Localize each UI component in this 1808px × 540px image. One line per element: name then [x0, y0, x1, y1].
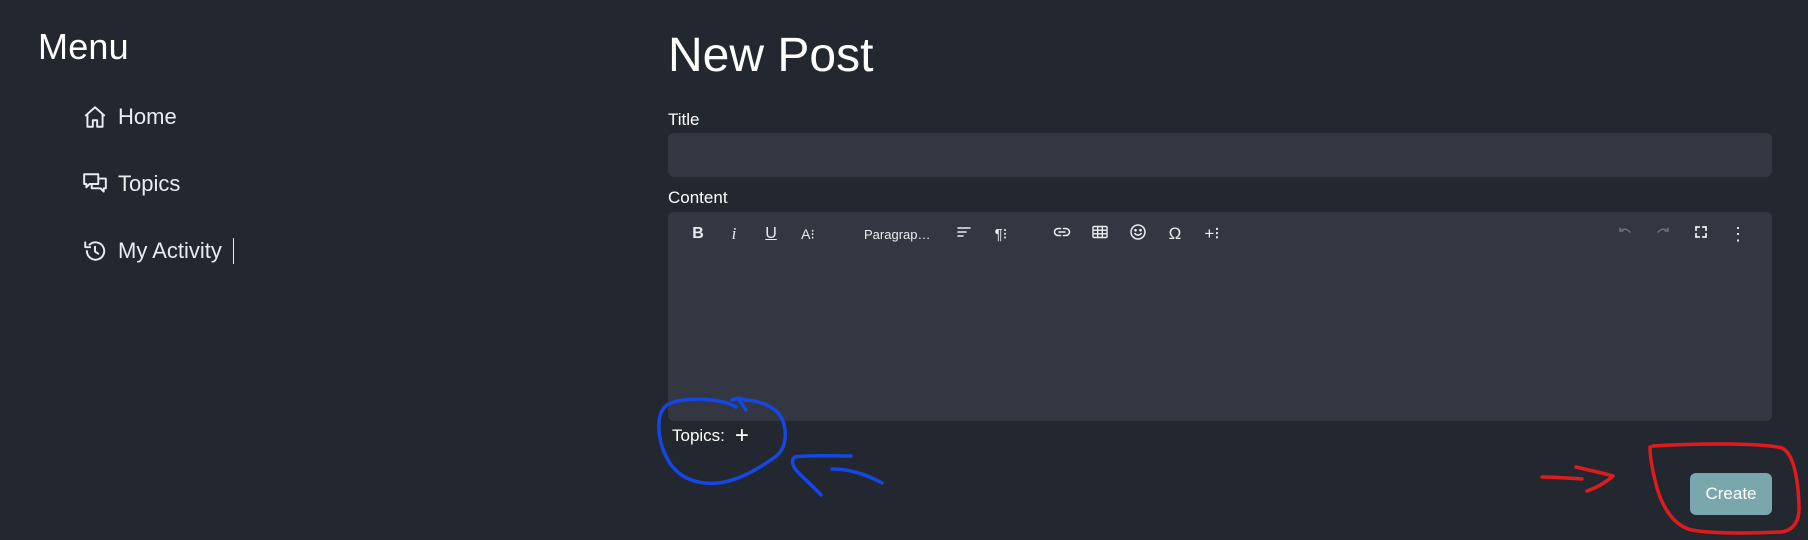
- fullscreen-icon: [1692, 223, 1710, 246]
- redo-icon: [1654, 223, 1672, 246]
- editor-toolbar: B i U A⁝ Paragrap… ¶⁝ Ω +⁝ ⋮: [668, 212, 1772, 256]
- sidebar-item-label: My Activity: [118, 238, 222, 263]
- content-editor-body[interactable]: [668, 256, 1772, 421]
- page: Menu Home Topics My Activity New Post Ti…: [0, 0, 1808, 540]
- menu-title: Menu: [38, 26, 129, 67]
- home-icon: [82, 104, 108, 130]
- redo-button[interactable]: [1649, 220, 1677, 248]
- emoji-icon: [1129, 223, 1147, 246]
- add-topic-button[interactable]: +: [735, 424, 749, 448]
- undo-icon: [1616, 223, 1634, 246]
- topics-label: Topics:: [672, 426, 725, 445]
- insert-emoji-button[interactable]: [1124, 220, 1152, 248]
- more-options-button[interactable]: ⋮: [1724, 220, 1752, 248]
- paragraph-style-button[interactable]: ¶⁝: [987, 220, 1015, 248]
- sidebar-item-home[interactable]: Home: [82, 104, 177, 130]
- history-icon: [82, 238, 108, 264]
- content-editor: B i U A⁝ Paragrap… ¶⁝ Ω +⁝ ⋮: [668, 212, 1772, 421]
- align-button[interactable]: [950, 220, 978, 248]
- insert-link-button[interactable]: [1048, 220, 1076, 248]
- sidebar-item-label: Home: [118, 104, 177, 129]
- new-post-form: New Post Title Content B i U A⁝ Paragrap…: [668, 0, 1774, 540]
- chat-bubbles-icon: [82, 171, 108, 197]
- undo-button[interactable]: [1611, 220, 1639, 248]
- underline-button[interactable]: U: [757, 220, 785, 248]
- bold-button[interactable]: B: [684, 220, 712, 248]
- sidebar-item-label: Topics: [118, 171, 181, 196]
- insert-table-button[interactable]: [1086, 220, 1114, 248]
- title-input[interactable]: [668, 133, 1772, 177]
- text-size-button[interactable]: A⁝: [794, 220, 822, 248]
- insert-more-button[interactable]: +⁝: [1198, 220, 1226, 248]
- topics-row: Topics: +: [672, 424, 749, 448]
- content-label: Content: [668, 188, 728, 207]
- sidebar: Menu Home Topics My Activity: [0, 0, 520, 540]
- title-label: Title: [668, 110, 700, 129]
- special-character-button[interactable]: Ω: [1161, 220, 1189, 248]
- align-left-icon: [955, 223, 973, 246]
- italic-button[interactable]: i: [720, 220, 748, 248]
- create-button[interactable]: Create: [1690, 473, 1772, 515]
- text-cursor: [232, 238, 234, 264]
- page-title: New Post: [668, 29, 874, 82]
- sidebar-item-my-activity[interactable]: My Activity: [82, 238, 234, 264]
- sidebar-item-topics[interactable]: Topics: [82, 171, 180, 197]
- table-icon: [1091, 223, 1109, 246]
- fullscreen-button[interactable]: [1687, 220, 1715, 248]
- link-icon: [1053, 223, 1071, 246]
